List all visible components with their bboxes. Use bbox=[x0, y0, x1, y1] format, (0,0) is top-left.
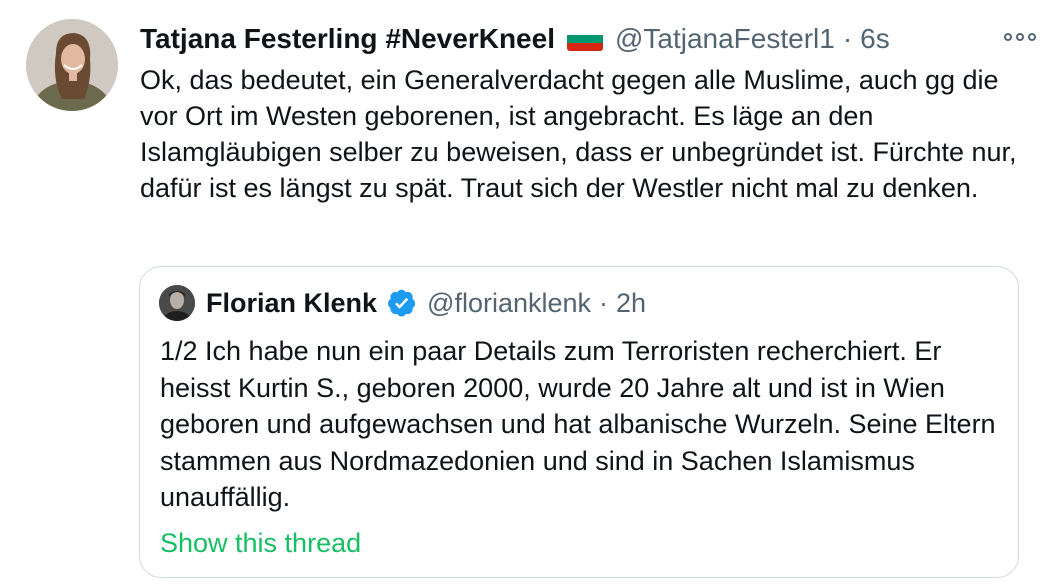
show-thread-link[interactable]: Show this thread bbox=[160, 525, 361, 561]
quote-display-name[interactable]: Florian Klenk bbox=[206, 285, 377, 321]
display-name[interactable]: Tatjana Festerling #NeverKneel bbox=[140, 22, 555, 56]
quote-text: 1/2 Ich habe nun ein paar Details zum Te… bbox=[160, 336, 996, 512]
quote-header: Florian Klenk @florianklenk · 2h bbox=[206, 285, 998, 321]
verified-badge-icon bbox=[388, 289, 416, 317]
handle[interactable]: @TatjanaFesterl1 bbox=[615, 22, 835, 56]
timestamp[interactable]: 6s bbox=[860, 22, 890, 56]
avatar[interactable] bbox=[26, 19, 118, 111]
quoted-tweet-card[interactable]: Florian Klenk @florianklenk · 2h 1/2 Ich… bbox=[139, 266, 1019, 578]
quote-timestamp[interactable]: 2h bbox=[616, 285, 646, 321]
quote-avatar[interactable] bbox=[159, 285, 195, 321]
more-horizontal-icon[interactable] bbox=[1004, 30, 1036, 44]
tweet-header: Tatjana Festerling #NeverKneel @TatjanaF… bbox=[140, 22, 1030, 56]
quote-avatar-image bbox=[159, 285, 195, 321]
avatar-image bbox=[26, 19, 118, 111]
quote-separator-dot: · bbox=[599, 288, 609, 318]
tweet-text: Ok, das bedeutet, ein Generalverdacht ge… bbox=[140, 65, 1017, 203]
tweet[interactable]: Tatjana Festerling #NeverKneel @TatjanaF… bbox=[0, 0, 1050, 586]
bulgaria-flag-icon bbox=[566, 27, 603, 51]
quote-handle[interactable]: @florianklenk bbox=[427, 285, 591, 321]
separator-dot: · bbox=[842, 23, 853, 54]
